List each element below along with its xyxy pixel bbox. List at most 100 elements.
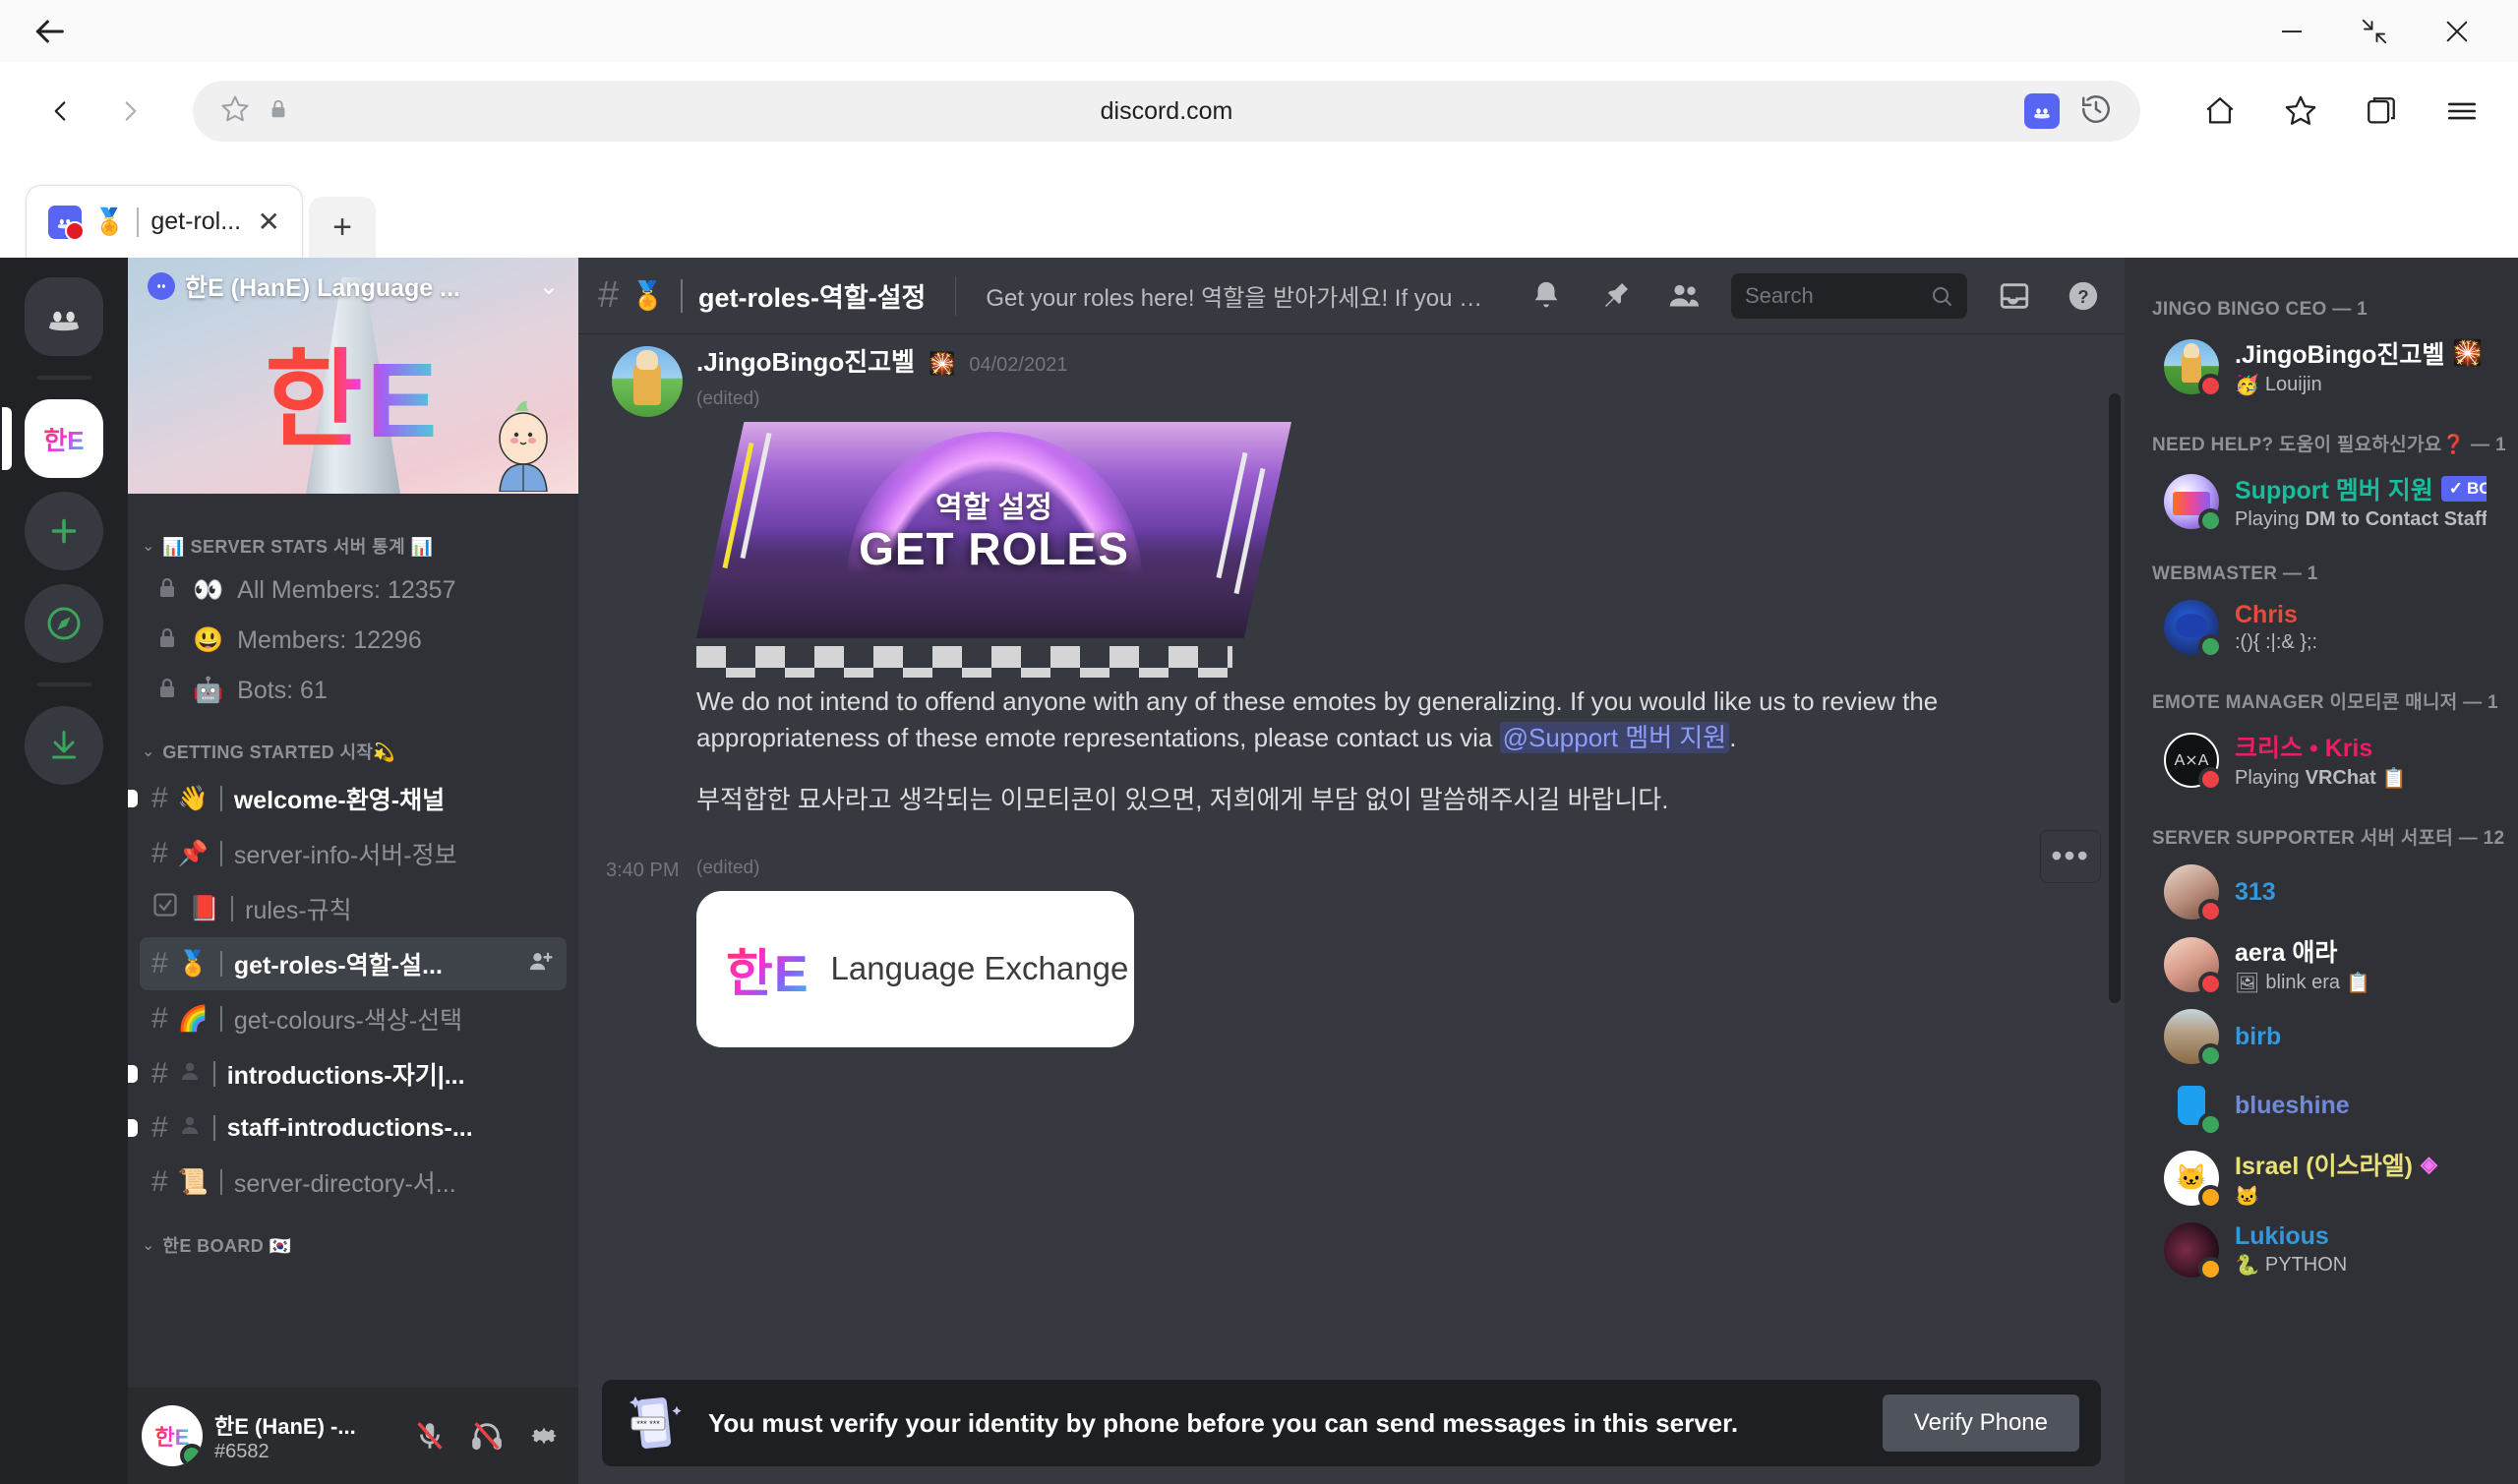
notification-dot: [65, 220, 85, 241]
home-icon[interactable]: [2193, 85, 2247, 138]
channel-get-colours[interactable]: # 🌈 get-colours-색상-선택: [140, 992, 567, 1045]
member-activity-text: DM to Contact Staff | ...: [2305, 508, 2487, 530]
fireworks-icon: 🎇: [928, 351, 956, 376]
server-banner[interactable]: 한E 한E (HanE) Language ... ⌄: [128, 258, 578, 494]
browser-tab[interactable]: 🏅 get-rol... ✕: [26, 185, 303, 258]
message-scrollbar[interactable]: [2109, 393, 2121, 1228]
unread-indicator: [128, 790, 138, 807]
window-restore-button[interactable]: [2355, 12, 2394, 51]
channel-rules[interactable]: 📕 rules-규칙: [140, 882, 567, 935]
member-row[interactable]: Support 멤버 지원 ✓ BOT Playing DM to Contac…: [2136, 464, 2506, 538]
mic-muted-icon[interactable]: [409, 1415, 450, 1456]
bell-icon[interactable]: [1525, 274, 1568, 318]
create-invite-icon[interactable]: [527, 948, 555, 980]
members-icon[interactable]: [1662, 274, 1706, 318]
channel-get-roles[interactable]: # 🏅 get-roles-역할-설...: [140, 937, 567, 990]
avatar: [2164, 936, 2223, 996]
browser-toolbar-icons: [2172, 85, 2488, 138]
person-icon: [178, 1058, 202, 1091]
window-minimize-button[interactable]: [2272, 12, 2311, 51]
bookmark-star-icon[interactable]: [220, 94, 250, 129]
avatar[interactable]: 한E: [142, 1405, 203, 1466]
eyes-icon: 👀: [193, 576, 224, 604]
member-row[interactable]: Chris :(){ :|:& };:: [2136, 593, 2506, 662]
verify-phone-button[interactable]: Verify Phone: [1882, 1395, 2079, 1452]
member-row[interactable]: Lukious 🐍 PYTHON: [2136, 1216, 2506, 1284]
status-badge-idle: [2198, 1184, 2223, 1210]
banner-mascot-icon: [499, 400, 548, 492]
channel-server-info[interactable]: # 📌 server-info-서버-정보: [140, 827, 567, 880]
avatar: [2164, 1078, 2223, 1137]
avatar: [2164, 473, 2223, 533]
message-more-actions-button[interactable]: •••: [2040, 829, 2101, 883]
member-row[interactable]: aera 애라 🖼 blink era 📋: [2136, 926, 2506, 1002]
svg-text:?: ?: [2077, 286, 2088, 307]
inbox-icon[interactable]: [1993, 274, 2036, 318]
browser-back-button[interactable]: [20, 2, 79, 61]
get-roles-banner-image[interactable]: 역할 설정 GET ROLES: [696, 422, 1291, 638]
tab-close-icon[interactable]: ✕: [258, 208, 280, 236]
nav-back-icon[interactable]: [30, 81, 90, 142]
stat-channel-bots[interactable]: 🤖 Bots: 61: [140, 667, 567, 715]
collections-icon[interactable]: [2355, 85, 2408, 138]
message-body: .JingoBingo진고벨 🎇 04/02/2021 (edited) 역할 …: [696, 342, 2105, 818]
guild-rail: 한E: [0, 258, 128, 1484]
member-row[interactable]: blueshine: [2136, 1071, 2506, 1140]
menu-icon[interactable]: [2435, 85, 2488, 138]
nav-forward-icon[interactable]: [100, 81, 161, 142]
channel-label: introductions-자기|...: [226, 1062, 465, 1090]
search-icon: [1933, 286, 1951, 306]
download-apps-button[interactable]: [25, 706, 103, 785]
chevron-down-icon: ⌄: [142, 1237, 155, 1254]
edited-label: (edited): [696, 388, 760, 409]
scroll-icon: 📜: [177, 1167, 209, 1196]
gear-icon[interactable]: [523, 1415, 565, 1456]
pin-icon[interactable]: [1593, 274, 1637, 318]
user-info[interactable]: 한E (HanE) -... #6582: [214, 1409, 397, 1463]
channel-separator: [219, 841, 222, 866]
channel-server-directory[interactable]: # 📜 server-directory-서...: [140, 1156, 567, 1209]
member-row[interactable]: A⨯A 크리스 • Kris Playing VRChat 📋: [2136, 722, 2506, 798]
status-badge-dnd: [2198, 373, 2223, 398]
search-input[interactable]: Search: [1731, 272, 1967, 319]
category-getting-started[interactable]: ⌄ GETTING STARTED 시작💫: [128, 717, 578, 770]
server-name-row[interactable]: 한E (HanE) Language ... ⌄: [128, 258, 578, 315]
message-author[interactable]: .JingoBingo진고벨: [696, 342, 915, 379]
explore-servers-button[interactable]: [25, 584, 103, 663]
mention-support[interactable]: @Support 멤버 지원: [1499, 721, 1730, 753]
category-server-stats[interactable]: ⌄ 📊 SERVER STATS 서버 통계 📊: [128, 511, 578, 564]
member-row[interactable]: .JingoBingo진고벨 🎇 ◈ 🥳 Louijin: [2136, 328, 2506, 404]
favorites-icon[interactable]: [2274, 85, 2327, 138]
discord-extension-icon[interactable]: [2024, 93, 2060, 129]
search-placeholder: Search: [1745, 282, 1814, 308]
category-hane-board[interactable]: ⌄ 한E BOARD 🇰🇷: [128, 1211, 578, 1264]
window-controls: [2272, 12, 2498, 51]
guild-item-hane[interactable]: 한E: [2, 399, 103, 478]
window-close-button[interactable]: [2437, 12, 2477, 51]
channel-welcome[interactable]: # 👋 welcome-환영-채널: [128, 772, 567, 825]
language-exchange-embed[interactable]: 한E Language Exchange: [696, 890, 1134, 1047]
member-row[interactable]: 🐱 Israel (이스라엘) ◈ 🐱: [2136, 1140, 2506, 1216]
stat-channel-all-members[interactable]: 👀 All Members: 12357: [140, 566, 567, 615]
activity-detail-icon: 📋: [2381, 768, 2407, 790]
avatar[interactable]: [612, 346, 683, 417]
address-bar[interactable]: discord.com: [193, 81, 2140, 142]
new-tab-button[interactable]: +: [309, 197, 376, 258]
message-text-tail: .: [1729, 722, 1737, 752]
member-info: 313: [2235, 878, 2487, 907]
add-server-button[interactable]: [25, 492, 103, 570]
chevron-down-icon[interactable]: ⌄: [539, 272, 559, 301]
member-row[interactable]: birb: [2136, 1002, 2506, 1071]
channel-staff-introductions[interactable]: # staff-introductions-...: [128, 1102, 567, 1154]
stat-channel-members[interactable]: 😃 Members: 12296: [140, 617, 567, 665]
channel-introductions[interactable]: # introductions-자기|...: [128, 1047, 567, 1100]
scrollbar-thumb[interactable]: [2109, 393, 2121, 1003]
member-row[interactable]: 313: [2136, 858, 2506, 926]
help-icon[interactable]: ?: [2062, 274, 2105, 318]
status-badge: [180, 1444, 203, 1466]
message-gutter: [598, 856, 696, 1047]
stat-label: All Members: 12357: [237, 576, 456, 604]
discord-home-button[interactable]: [25, 277, 103, 356]
headphones-muted-icon[interactable]: [466, 1415, 508, 1456]
history-icon[interactable]: [2079, 92, 2113, 131]
